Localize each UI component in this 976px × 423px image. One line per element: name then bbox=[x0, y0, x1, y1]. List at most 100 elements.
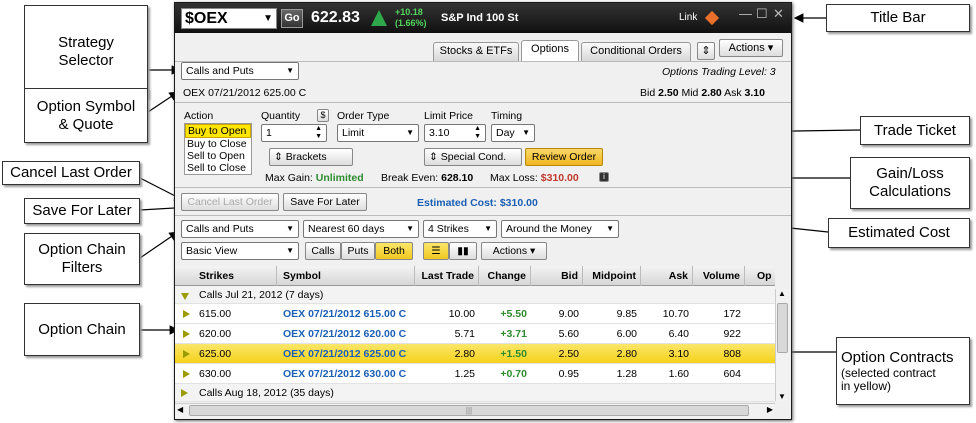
action-buy-to-close[interactable]: Buy to Close bbox=[185, 138, 251, 150]
scroll-thumb[interactable]: ||| bbox=[189, 405, 749, 416]
view-select[interactable]: Basic View ▼ bbox=[181, 242, 299, 260]
horizontal-scrollbar[interactable]: ◀ ||| ▶ bbox=[175, 403, 775, 417]
divider bbox=[175, 215, 791, 216]
grid-header: Strikes Symbol Last Trade Change Bid Mid… bbox=[175, 266, 775, 286]
chain-expiry-select[interactable]: Nearest 60 days ▼ bbox=[303, 220, 419, 238]
order-type-select[interactable]: Limit ▼ bbox=[337, 124, 419, 142]
col-open-interest[interactable]: Op bbox=[745, 266, 775, 286]
expand-triangle-icon[interactable] bbox=[183, 370, 190, 378]
expand-triangle-icon[interactable] bbox=[183, 330, 190, 338]
divider bbox=[175, 102, 791, 103]
scroll-up-icon[interactable]: ▲ bbox=[778, 289, 786, 298]
list-layout-icon[interactable]: ☰ bbox=[423, 242, 449, 260]
trading-level: Options Trading Level: 3 bbox=[662, 66, 776, 78]
review-order-button[interactable]: Review Order bbox=[525, 148, 603, 166]
symbol-input[interactable]: $OEX ▼ bbox=[181, 8, 277, 29]
chain-range-select[interactable]: Around the Money ▼ bbox=[501, 220, 619, 238]
expand-triangle-icon[interactable] bbox=[183, 350, 190, 358]
callout-option-chain-filters: Option Chain Filters bbox=[24, 233, 140, 285]
close-icon[interactable]: ✕ bbox=[773, 7, 784, 21]
divider bbox=[175, 187, 791, 188]
action-buy-to-open[interactable]: Buy to Open bbox=[185, 124, 251, 138]
chevron-down-icon: ▼ bbox=[484, 224, 492, 233]
scroll-right-icon[interactable]: ▶ bbox=[767, 405, 773, 414]
max-gain: Max Gain: Unlimited bbox=[265, 172, 364, 184]
limit-price-stepper[interactable]: 3.10 ▲ ▼ bbox=[424, 124, 486, 142]
chain-actions-button[interactable]: Actions ▾ bbox=[481, 242, 547, 260]
scroll-down-icon[interactable]: ▼ bbox=[778, 392, 786, 401]
action-list[interactable]: Buy to Open Buy to Close Sell to Open Se… bbox=[184, 123, 252, 175]
chevron-down-icon: ▼ bbox=[406, 224, 414, 233]
collapse-triangle-icon[interactable] bbox=[181, 293, 189, 300]
quantity-stepper[interactable]: 1 ▲ ▼ bbox=[261, 124, 327, 142]
table-row-selected[interactable]: 625.00 OEX 07/21/2012 625.00 C 2.80 +1.5… bbox=[175, 344, 775, 364]
expand-icon: ⇕ bbox=[429, 151, 438, 163]
chevron-down-icon: ▼ bbox=[406, 128, 414, 137]
col-volume[interactable]: Volume bbox=[693, 266, 745, 286]
col-strikes[interactable]: Strikes bbox=[175, 266, 277, 286]
chain-type-select[interactable]: Calls and Puts ▼ bbox=[181, 220, 299, 238]
chain-strikes-select[interactable]: 4 Strikes ▼ bbox=[423, 220, 497, 238]
go-button[interactable]: Go bbox=[281, 9, 303, 28]
col-last-trade[interactable]: Last Trade bbox=[415, 266, 479, 286]
action-sell-to-close[interactable]: Sell to Close bbox=[185, 162, 251, 174]
tab-bar: Stocks & ETFs Options Conditional Orders… bbox=[175, 39, 791, 61]
collapse-icon[interactable]: ⇕ bbox=[697, 42, 715, 60]
order-type-label: Order Type bbox=[337, 110, 390, 122]
info-icon[interactable]: i bbox=[599, 172, 609, 182]
expiry-group-jul[interactable]: Calls Jul 21, 2012 (7 days) bbox=[175, 286, 775, 304]
cancel-last-order-button[interactable]: Cancel Last Order bbox=[181, 193, 279, 211]
chevron-down-icon: ▼ bbox=[522, 128, 530, 137]
chevron-down-icon[interactable]: ▼ bbox=[263, 9, 273, 28]
chevron-down-icon: ▼ bbox=[606, 224, 614, 233]
col-bid[interactable]: Bid bbox=[531, 266, 583, 286]
expiry-group-aug[interactable]: Calls Aug 18, 2012 (35 days) bbox=[175, 384, 775, 402]
expand-triangle-icon[interactable] bbox=[183, 310, 190, 318]
col-ask[interactable]: Ask bbox=[641, 266, 693, 286]
scroll-thumb[interactable] bbox=[777, 303, 788, 353]
stepper-arrows-icon[interactable]: ▲ ▼ bbox=[474, 125, 481, 141]
save-for-later-button[interactable]: Save For Later bbox=[283, 193, 367, 211]
actions-menu-button[interactable]: Actions ▾ bbox=[719, 39, 783, 57]
toggle-calls[interactable]: Calls bbox=[305, 242, 341, 260]
minimize-icon[interactable]: — bbox=[739, 7, 752, 21]
quantity-dollar-icon[interactable]: $ bbox=[317, 109, 329, 122]
maximize-icon[interactable]: ☐ bbox=[756, 7, 768, 21]
link-diamond-icon[interactable] bbox=[704, 10, 720, 26]
link-label[interactable]: Link bbox=[679, 12, 697, 23]
vertical-scrollbar[interactable]: ▲ ▼ bbox=[775, 289, 789, 401]
callout-gain-loss: Gain/Loss Calculations bbox=[850, 157, 970, 209]
col-midpoint[interactable]: Midpoint bbox=[583, 266, 641, 286]
brackets-button[interactable]: ⇕ Brackets bbox=[269, 148, 353, 166]
col-symbol[interactable]: Symbol bbox=[277, 266, 415, 286]
toggle-both[interactable]: Both bbox=[375, 242, 413, 260]
quantity-label: Quantity bbox=[261, 110, 301, 122]
tab-stocks-etfs[interactable]: Stocks & ETFs bbox=[433, 42, 519, 61]
tab-options[interactable]: Options bbox=[521, 40, 579, 61]
limit-price-label: Limit Price bbox=[424, 110, 474, 122]
col-change[interactable]: Change bbox=[479, 266, 531, 286]
callout-strategy-selector: Strategy Selector bbox=[24, 5, 148, 98]
action-label: Action bbox=[184, 110, 214, 122]
last-price: 622.83 bbox=[311, 9, 360, 26]
price-change: +10.18 (1.66%) bbox=[395, 7, 427, 28]
scroll-left-icon[interactable]: ◀ bbox=[177, 405, 183, 414]
special-conditions-button[interactable]: ⇕ Special Cond. bbox=[424, 148, 522, 166]
stepper-arrows-icon[interactable]: ▲ ▼ bbox=[315, 125, 322, 141]
split-layout-icon[interactable]: ▮▮ bbox=[449, 242, 477, 260]
title-bar: $OEX ▼ Go 622.83 +10.18 (1.66%) S&P Ind … bbox=[175, 3, 791, 33]
toggle-puts[interactable]: Puts bbox=[341, 242, 375, 260]
options-trading-window: $OEX ▼ Go 622.83 +10.18 (1.66%) S&P Ind … bbox=[174, 2, 792, 420]
contract-symbol: OEX 07/21/2012 625.00 C bbox=[183, 87, 307, 99]
action-sell-to-open[interactable]: Sell to Open bbox=[185, 150, 251, 162]
timing-select[interactable]: Day ▼ bbox=[491, 124, 535, 142]
expand-icon: ⇕ bbox=[274, 151, 283, 163]
expand-triangle-icon[interactable] bbox=[181, 389, 188, 397]
tab-conditional-orders[interactable]: Conditional Orders bbox=[581, 42, 691, 61]
table-row[interactable]: 620.00 OEX 07/21/2012 620.00 C 5.71 +3.7… bbox=[175, 324, 775, 344]
table-row[interactable]: 630.00 OEX 07/21/2012 630.00 C 1.25 +0.7… bbox=[175, 364, 775, 384]
strategy-selector[interactable]: Calls and Puts ▼ bbox=[181, 62, 299, 80]
table-row[interactable]: 615.00 OEX 07/21/2012 615.00 C 10.00 +5.… bbox=[175, 304, 775, 324]
callout-save-for-later: Save For Later bbox=[24, 198, 140, 224]
timing-label: Timing bbox=[491, 110, 523, 122]
